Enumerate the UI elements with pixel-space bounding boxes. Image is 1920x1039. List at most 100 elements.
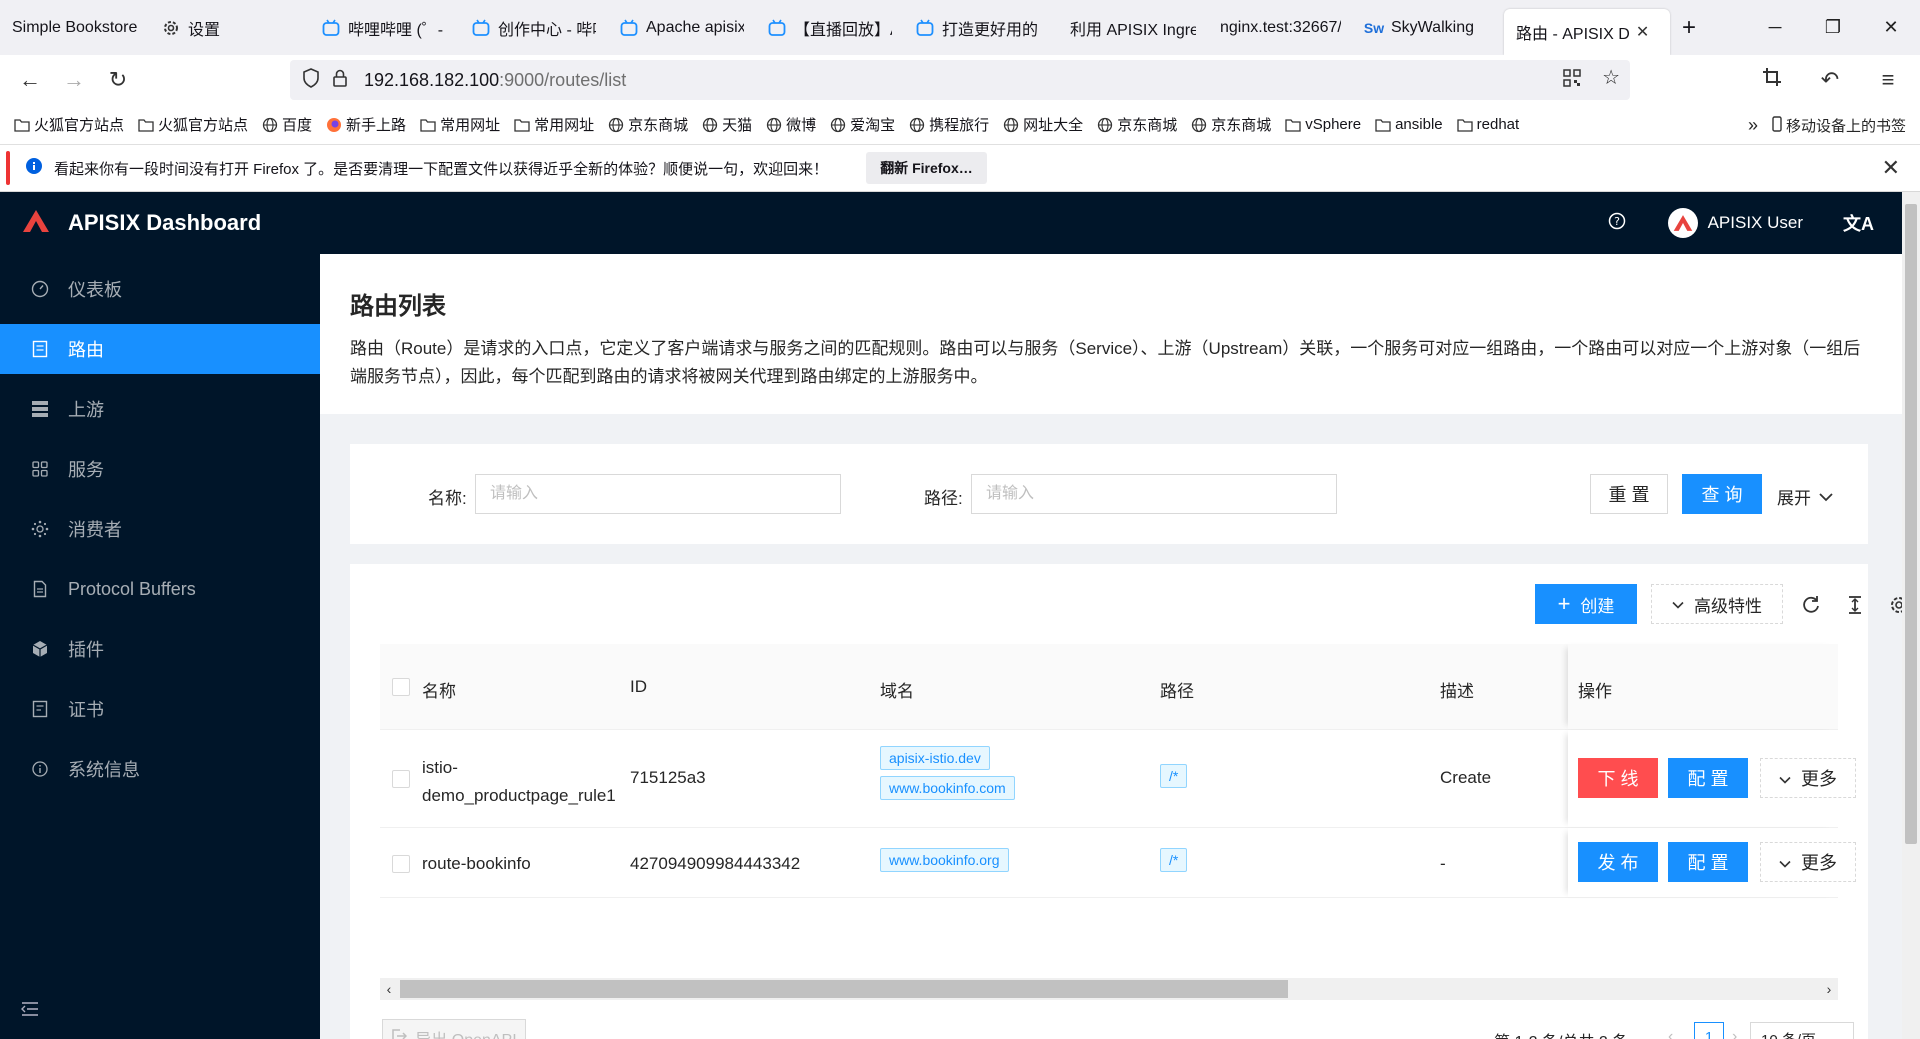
config-button[interactable]: 配 置 <box>1668 842 1748 882</box>
advanced-features-button[interactable]: 高级特性 <box>1651 584 1783 624</box>
tab-bilibili-home[interactable]: 哔哩哔哩 (゜- <box>310 0 460 55</box>
expand-toggle[interactable]: 展开 <box>1777 484 1833 509</box>
col-host[interactable]: 域名 <box>880 677 914 702</box>
tab-apisix-ingress[interactable]: 利用 APISIX Ingre <box>1058 0 1208 55</box>
bookmark-item[interactable]: 常用网址 <box>420 114 500 135</box>
bookmark-item[interactable]: 爱淘宝 <box>830 114 895 135</box>
sidebar-item-upstream[interactable]: 上游 <box>0 384 320 434</box>
tab-skywalking[interactable]: Sw SkyWalking <box>1353 0 1498 55</box>
tab-bilibili-creator[interactable]: 创作中心 - 哔哩 <box>460 0 608 55</box>
bookmark-label: redhat <box>1476 116 1520 133</box>
user-name[interactable]: APISIX User <box>1708 213 1803 233</box>
row-checkbox[interactable] <box>392 770 410 788</box>
close-icon[interactable]: ✕ <box>1636 22 1649 42</box>
bookmark-item[interactable]: 微博 <box>766 114 816 135</box>
back-button[interactable]: ← <box>8 60 52 100</box>
tab-apisix-routes[interactable]: 路由 - APISIX D ✕ <box>1504 9 1670 55</box>
sidebar-item-info[interactable]: 系统信息 <box>0 744 320 794</box>
menu-button[interactable]: ≡ <box>1866 60 1910 100</box>
tab-nginx-test[interactable]: nginx.test:32667/ <box>1208 0 1353 55</box>
host-tag: www.bookinfo.org <box>880 848 1009 872</box>
sidebar-item-consumer[interactable]: 消费者 <box>0 504 320 554</box>
col-desc[interactable]: 描述 <box>1440 677 1474 702</box>
column-height-icon[interactable] <box>1844 594 1866 616</box>
new-tab-button[interactable]: + <box>1670 0 1710 55</box>
more-button[interactable]: 更多 <box>1760 758 1856 798</box>
offline-button[interactable]: 下 线 <box>1578 758 1658 798</box>
sidebar-item-certificate[interactable]: 证书 <box>0 684 320 734</box>
mobile-bookmarks[interactable]: 移动设备上的书签 <box>1772 115 1906 136</box>
prev-page-icon[interactable]: ‹ <box>1668 1028 1673 1039</box>
qr-code-icon[interactable] <box>1562 68 1582 93</box>
tab-settings[interactable]: 设置 <box>150 0 300 55</box>
next-page-icon[interactable]: › <box>1732 1028 1737 1039</box>
route-path: /* <box>1160 848 1188 872</box>
tab-live-replay[interactable]: 【直播回放】A <box>756 0 904 55</box>
sidebar-item-service[interactable]: 服务 <box>0 444 320 494</box>
bookmark-item[interactable]: 常用网址 <box>514 114 594 135</box>
mobile-icon <box>1772 115 1782 136</box>
name-input[interactable] <box>475 474 841 514</box>
sidebar-item-dashboard[interactable]: 仪表板 <box>0 264 320 314</box>
bookmark-item[interactable]: ansible <box>1375 116 1443 133</box>
config-button[interactable]: 配 置 <box>1668 758 1748 798</box>
sidebar-item-plugin[interactable]: 插件 <box>0 624 320 674</box>
page-1[interactable]: 1 <box>1694 1022 1724 1039</box>
scroll-thumb[interactable] <box>1905 204 1917 844</box>
bookmark-item[interactable]: 京东商城 <box>1191 114 1271 135</box>
scroll-right-icon[interactable]: › <box>1820 978 1838 1000</box>
path-input[interactable] <box>971 474 1337 514</box>
reload-button[interactable]: ↻ <box>96 60 140 100</box>
refresh-firefox-button[interactable]: 翻新 Firefox… <box>866 152 987 184</box>
bookmark-item[interactable]: 火狐官方站点 <box>14 114 124 135</box>
chevron-double-right-icon[interactable]: » <box>1748 115 1758 136</box>
minimize-icon[interactable]: ─ <box>1746 0 1804 55</box>
bookmark-item[interactable]: 网址大全 <box>1003 114 1083 135</box>
bookmark-item[interactable]: 新手上路 <box>326 114 406 135</box>
tab-apache-apisix[interactable]: Apache apisix <box>608 0 756 55</box>
avatar[interactable] <box>1667 208 1698 238</box>
query-button[interactable]: 查 询 <box>1682 474 1762 514</box>
bookmark-item[interactable]: redhat <box>1456 116 1520 133</box>
star-icon[interactable]: ☆ <box>1602 68 1620 93</box>
restore-icon[interactable]: ❐ <box>1804 0 1862 55</box>
forward-button[interactable]: → <box>52 60 96 100</box>
scroll-left-icon[interactable]: ‹ <box>380 978 398 1000</box>
menu-fold-icon[interactable] <box>20 1000 40 1023</box>
bookmark-item[interactable]: 携程旅行 <box>909 114 989 135</box>
sidebar-item-file[interactable]: Protocol Buffers <box>0 564 320 614</box>
logo[interactable]: APISIX Dashboard <box>22 209 261 238</box>
col-id[interactable]: ID <box>630 677 647 697</box>
bookmark-item[interactable]: 百度 <box>262 114 312 135</box>
screenshot-button[interactable] <box>1750 60 1794 100</box>
search-form: 名称: 路径: 重 置 查 询 展开 <box>350 444 1868 544</box>
publish-button[interactable]: 发 布 <box>1578 842 1658 882</box>
vertical-scrollbar[interactable] <box>1902 192 1920 1039</box>
col-path[interactable]: 路径 <box>1160 677 1194 702</box>
horizontal-scrollbar[interactable]: ‹ › <box>380 978 1838 1000</box>
bookmark-item[interactable]: 京东商城 <box>608 114 688 135</box>
help-icon[interactable]: ? <box>1608 212 1626 235</box>
page-size-select[interactable]: 10 条/页 <box>1750 1022 1854 1039</box>
bookmark-item[interactable]: 天猫 <box>702 114 752 135</box>
settings-icon[interactable] <box>1888 594 1902 616</box>
window-close-icon[interactable]: ✕ <box>1862 0 1920 55</box>
tab-simple-bookstore[interactable]: Simple Bookstore <box>0 0 150 55</box>
bookmark-item[interactable]: 京东商城 <box>1097 114 1177 135</box>
select-all-checkbox[interactable] <box>392 678 410 696</box>
scroll-thumb[interactable] <box>400 980 1288 998</box>
create-button[interactable]: + 创建 <box>1535 584 1637 624</box>
translate-icon[interactable]: 文A <box>1843 210 1874 236</box>
bookmark-item[interactable]: vSphere <box>1285 116 1361 133</box>
bookmark-item[interactable]: 火狐官方站点 <box>138 114 248 135</box>
col-name[interactable]: 名称 <box>422 677 456 702</box>
undo-button[interactable]: ↶ <box>1808 60 1852 100</box>
row-checkbox[interactable] <box>392 855 410 873</box>
url-bar[interactable]: 192.168.182.100:9000/routes/list ☆ <box>290 60 1630 100</box>
more-button[interactable]: 更多 <box>1760 842 1856 882</box>
reset-button[interactable]: 重 置 <box>1590 474 1668 514</box>
reload-icon[interactable] <box>1800 594 1822 616</box>
sidebar-item-route[interactable]: 路由 <box>0 324 320 374</box>
close-icon[interactable]: ✕ <box>1882 155 1900 181</box>
tab-better-tool[interactable]: 打造更好用的 <box>904 0 1052 55</box>
